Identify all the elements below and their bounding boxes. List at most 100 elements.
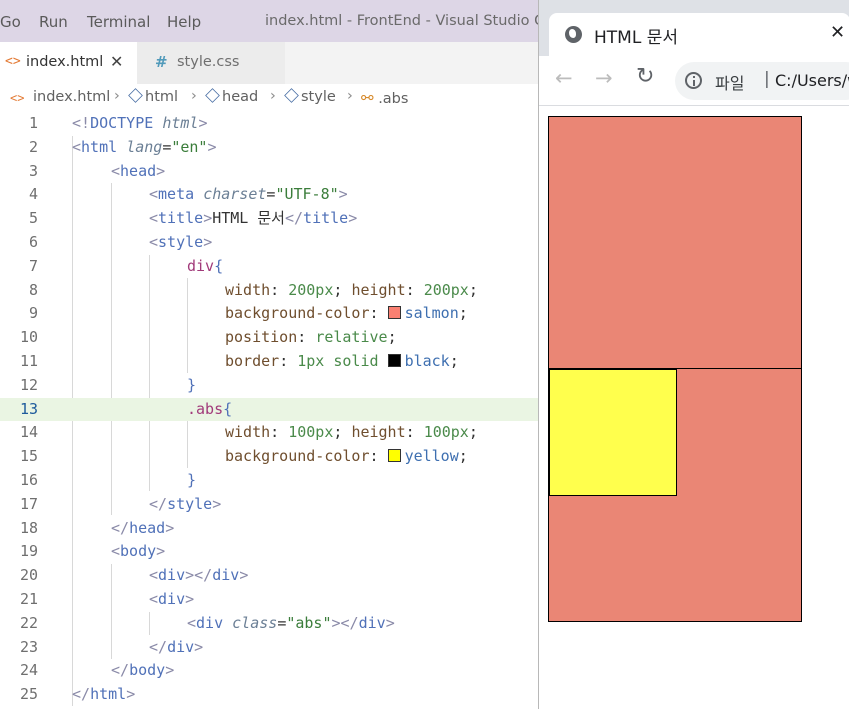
- address-separator: |: [764, 69, 770, 89]
- breadcrumb-item-file[interactable]: index.html: [33, 89, 110, 105]
- line-number: 2: [28, 137, 38, 156]
- line-number: 8: [28, 280, 38, 299]
- code-line: 3 <head>: [0, 160, 538, 184]
- browser-tab-title: HTML 문서: [594, 28, 678, 48]
- code-line: 5 <title>HTML 문서</title>: [0, 207, 538, 231]
- forward-arrow-icon[interactable]: →: [595, 66, 613, 90]
- line-number: 12: [19, 375, 38, 394]
- code-text: <meta charset="UTF-8">: [149, 185, 348, 204]
- browser-tab[interactable]: HTML 문서 ✕: [549, 13, 849, 56]
- code-line: 15 background-color: yellow;: [0, 445, 538, 469]
- editor-tab-bar: <> index.html ✕ # style.css: [0, 42, 538, 84]
- code-text: </div>: [149, 637, 204, 656]
- code-text: </html>: [72, 685, 136, 704]
- window-title: index.html - FrontEnd - Visual Studio Co…: [265, 13, 538, 29]
- code-text: <html lang="en">: [72, 137, 217, 156]
- line-number: 5: [28, 209, 38, 228]
- line-number: 14: [19, 423, 38, 442]
- info-icon[interactable]: [685, 72, 702, 89]
- code-editor[interactable]: 1 <!DOCTYPE html> 2 <html lang="en"> 3 <…: [0, 112, 538, 709]
- code-text: }: [187, 375, 197, 394]
- code-text: <head>: [111, 161, 166, 180]
- line-number: 25: [19, 685, 38, 704]
- close-icon[interactable]: ✕: [830, 22, 845, 43]
- line-number: 15: [19, 447, 38, 466]
- tab-label: index.html: [26, 54, 104, 70]
- code-text: </head>: [111, 518, 175, 537]
- code-text: <div>: [149, 590, 195, 608]
- reload-icon[interactable]: ↻: [636, 64, 654, 89]
- code-line: 22 <div class="abs"></div>: [0, 612, 538, 636]
- menu-run[interactable]: Run: [39, 13, 68, 31]
- element-icon: [284, 88, 299, 103]
- line-number: 21: [19, 590, 38, 608]
- code-line: 1 <!DOCTYPE html>: [0, 112, 538, 136]
- line-number: 9: [28, 304, 38, 323]
- line-number: 24: [19, 661, 38, 680]
- menu-help[interactable]: Help: [167, 13, 201, 31]
- code-text: .abs{: [187, 399, 233, 418]
- line-number: 4: [28, 185, 38, 204]
- breadcrumb-item-html[interactable]: html: [128, 88, 178, 105]
- browser-toolbar: ← → ↻ 파일 | C:/Users/w: [539, 56, 849, 106]
- chevron-right-icon: ›: [191, 88, 197, 104]
- page-viewport: [539, 107, 849, 709]
- browser-tab-strip: HTML 문서 ✕: [539, 0, 849, 56]
- code-text: width: 200px; height: 200px;: [225, 280, 478, 299]
- menu-go[interactable]: Go: [0, 13, 21, 31]
- address-scheme-label: 파일: [715, 74, 745, 93]
- code-text: <body>: [111, 542, 166, 561]
- line-number: 7: [28, 256, 38, 275]
- close-icon[interactable]: ✕: [110, 52, 123, 71]
- rendered-div-1: [548, 116, 802, 370]
- code-text: <div class="abs"></div>: [187, 613, 395, 632]
- element-icon: [128, 88, 143, 103]
- address-url: C:/Users/w: [775, 71, 849, 90]
- code-line: 8 width: 200px; height: 200px;: [0, 279, 538, 303]
- html-file-icon: <>: [5, 54, 21, 69]
- breadcrumb-item-abs[interactable]: ⚯ .abs: [361, 89, 408, 107]
- breadcrumb: <> index.html › html › head › style › ⚯ …: [0, 84, 538, 112]
- color-swatch-salmon[interactable]: [387, 306, 401, 320]
- code-line: 4 <meta charset="UTF-8">: [0, 183, 538, 207]
- menu-terminal[interactable]: Terminal: [87, 13, 150, 31]
- code-text: </style>: [149, 494, 222, 513]
- line-number: 22: [19, 613, 38, 632]
- globe-icon: [565, 26, 582, 43]
- code-line: 7 div{: [0, 255, 538, 279]
- line-number: 23: [19, 637, 38, 656]
- code-line: 12 }: [0, 374, 538, 398]
- line-number: 3: [28, 161, 38, 180]
- code-text: width: 100px; height: 100px;: [225, 423, 478, 442]
- code-text: <!DOCTYPE html>: [72, 114, 208, 132]
- code-text: </body>: [111, 661, 175, 680]
- tab-index-html[interactable]: <> index.html ✕: [0, 42, 137, 84]
- line-number: 20: [19, 566, 38, 585]
- line-number: 6: [28, 233, 38, 251]
- breadcrumb-item-head[interactable]: head: [205, 88, 258, 105]
- line-number: 1: [28, 114, 38, 132]
- code-text: div{: [187, 256, 224, 275]
- color-swatch-yellow[interactable]: [387, 449, 401, 463]
- code-line: 16 }: [0, 469, 538, 493]
- html-file-icon: <>: [10, 91, 25, 105]
- code-text: <div></div>: [149, 566, 249, 585]
- breadcrumb-item-style[interactable]: style: [284, 88, 336, 105]
- back-arrow-icon[interactable]: ←: [555, 66, 573, 90]
- chevron-right-icon: ›: [114, 88, 120, 104]
- tab-style-css[interactable]: # style.css: [137, 42, 285, 84]
- code-text: background-color: yellow;: [225, 447, 468, 466]
- code-line: 10 position: relative;: [0, 326, 538, 350]
- menu-bar: Go Run Terminal Help index.html - FrontE…: [0, 0, 538, 42]
- address-bar[interactable]: 파일 | C:/Users/w: [675, 62, 849, 100]
- code-line: 11 border: 1px solid black;: [0, 350, 538, 374]
- tab-label: style.css: [177, 54, 240, 70]
- color-swatch-black[interactable]: [387, 354, 401, 367]
- code-line: 24 </body>: [0, 659, 538, 683]
- line-number: 18: [19, 518, 38, 537]
- code-line: 2 <html lang="en">: [0, 136, 538, 160]
- line-number: 16: [19, 471, 38, 489]
- chevron-right-icon: ›: [270, 88, 276, 104]
- vscode-window: Go Run Terminal Help index.html - FrontE…: [0, 0, 538, 709]
- css-file-icon: #: [155, 53, 168, 71]
